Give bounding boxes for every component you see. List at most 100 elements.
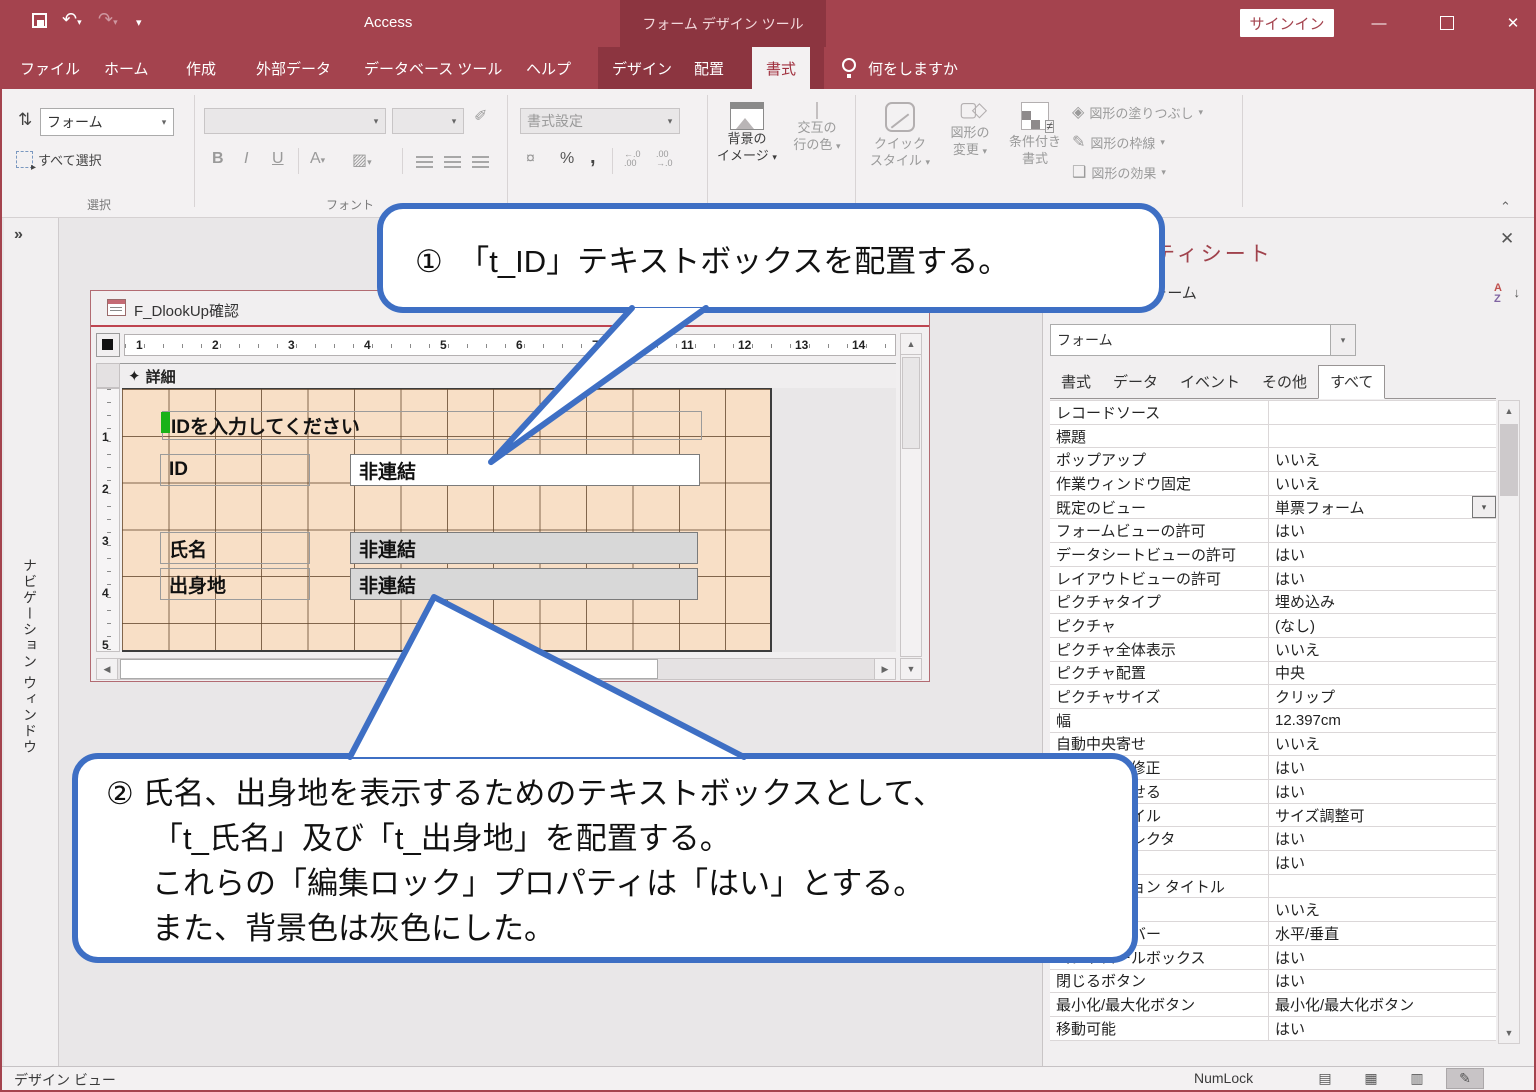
property-value[interactable] [1269,401,1496,424]
property-value[interactable]: はい [1269,780,1496,803]
property-label[interactable]: ピクチャ配置 [1050,662,1269,685]
property-value[interactable]: いいえ [1269,638,1496,661]
property-scroll-thumb[interactable] [1500,424,1518,496]
tab-database-tools[interactable]: データベース ツール [360,47,506,89]
prompt-label-control[interactable]: IDを入力してください [162,411,702,440]
vertical-ruler[interactable]: 12345 [96,388,120,652]
selection-type-combo[interactable]: フォーム [40,108,174,136]
scroll-down-icon[interactable]: ▼ [1498,1022,1520,1044]
property-label[interactable]: ピクチャサイズ [1050,685,1269,708]
tab-format[interactable]: 書式 [1050,366,1102,398]
property-value[interactable]: 埋め込み [1269,591,1496,614]
property-value[interactable]: 最小化/最大化ボタン [1269,993,1496,1016]
scroll-down-icon[interactable]: ▼ [900,658,922,680]
property-value[interactable]: (なし) [1269,614,1496,637]
property-label[interactable]: 閉じるボタン [1050,970,1269,993]
tab-create[interactable]: 作成 [182,47,220,89]
tab-event[interactable]: イベント [1169,366,1251,398]
property-value[interactable]: はい [1269,946,1496,969]
property-value[interactable]: はい [1269,851,1496,874]
datasheet-view-button[interactable]: ▦ [1352,1068,1390,1089]
tab-format-active[interactable]: 書式 [752,47,810,89]
property-value[interactable]: はい [1269,1017,1496,1040]
section-selector[interactable] [96,363,120,388]
property-label[interactable]: レイアウトビューの許可 [1050,567,1269,590]
tab-other[interactable]: その他 [1251,366,1318,398]
property-label[interactable]: 幅 [1050,709,1269,732]
tab-arrange[interactable]: 配置 [690,47,728,89]
sign-in-button[interactable]: サインイン [1240,9,1334,37]
property-value[interactable]: いいえ [1269,898,1496,921]
property-label[interactable]: 自動中央寄せ [1050,733,1269,756]
property-value[interactable]: はい [1269,567,1496,590]
property-value[interactable]: はい [1269,519,1496,542]
name-textbox-control[interactable]: 非連結 [350,532,698,564]
maximize-button[interactable] [1426,8,1468,38]
object-selector-combo[interactable]: フォーム [1050,324,1356,356]
property-value[interactable]: 中央 [1269,662,1496,685]
dropdown-caret-icon[interactable] [1472,496,1496,519]
scroll-up-icon[interactable]: ▲ [1498,400,1520,422]
save-icon[interactable] [32,13,47,28]
tell-me-box[interactable]: 何をしますか [864,47,962,89]
property-label[interactable]: 作業ウィンドウ固定 [1050,472,1269,495]
property-value[interactable]: いいえ [1269,472,1496,495]
property-value[interactable]: クリップ [1269,685,1496,708]
property-label[interactable]: ポップアップ [1050,448,1269,471]
property-value[interactable]: はい [1269,543,1496,566]
scroll-left-icon[interactable]: ◀ [96,658,118,680]
select-all-button[interactable]: すべて選択 [16,150,102,169]
property-label[interactable]: データシートビューの許可 [1050,543,1269,566]
tab-home[interactable]: ホーム [100,47,153,89]
id-textbox-control[interactable]: 非連結 [350,454,700,486]
chevron-down-icon[interactable] [1330,325,1355,355]
property-label[interactable]: レコードソース [1050,401,1269,424]
origin-label-control[interactable]: 出身地 [160,568,310,600]
property-value[interactable]: はい [1269,970,1496,993]
background-image-button[interactable]: 背景の イメージ ▾ [714,102,780,166]
collapse-ribbon-icon[interactable]: ⌃ [1500,199,1511,215]
scroll-right-icon[interactable]: ▶ [874,658,896,680]
property-value[interactable] [1269,425,1496,448]
close-button[interactable]: ✕ [1492,8,1534,38]
undo-icon[interactable]: ↶▾ [62,10,82,31]
horizontal-ruler[interactable]: 123456711121314 [124,334,896,356]
chevron-down-icon[interactable] [155,109,173,135]
property-label[interactable]: ピクチャタイプ [1050,591,1269,614]
redo-icon[interactable]: ↷▾ [98,10,118,31]
property-value[interactable]: はい [1269,756,1496,779]
property-sheet-close-icon[interactable]: ✕ [1500,229,1514,249]
design-view-button[interactable]: ✎ [1446,1068,1484,1089]
tab-all[interactable]: すべて [1318,365,1385,399]
property-label[interactable]: 移動可能 [1050,1017,1269,1040]
property-value[interactable]: サイズ調整可 [1269,804,1496,827]
scroll-up-icon[interactable]: ▲ [900,333,922,355]
form-view-button[interactable]: ▤ [1306,1068,1344,1089]
origin-textbox-control[interactable]: 非連結 [350,568,698,600]
property-scrollbar[interactable] [1498,400,1520,1044]
layout-view-button[interactable]: ▥ [1398,1068,1436,1089]
property-value[interactable] [1269,875,1496,898]
id-label-control[interactable]: ID [160,454,310,486]
expand-nav-pane-icon[interactable]: » [14,226,23,244]
property-value[interactable]: はい [1269,827,1496,850]
property-value[interactable]: いいえ [1269,448,1496,471]
property-value[interactable]: 水平/垂直 [1269,922,1496,945]
tab-data[interactable]: データ [1102,366,1169,398]
qat-customize-icon[interactable]: ▾ [136,14,142,32]
form-selector-box[interactable] [96,333,120,357]
property-value[interactable]: 単票フォーム [1269,496,1496,519]
property-value[interactable]: いいえ [1269,733,1496,756]
property-label[interactable]: ピクチャ [1050,614,1269,637]
vertical-scroll-thumb[interactable] [902,357,920,449]
tab-file[interactable]: ファイル [16,47,84,89]
tab-external-data[interactable]: 外部データ [252,47,335,89]
horizontal-scroll-thumb[interactable] [120,659,658,679]
property-label[interactable]: 標題 [1050,425,1269,448]
property-label[interactable]: フォームビューの許可 [1050,519,1269,542]
sort-az-icon[interactable]: AZ↓ [1494,283,1520,309]
property-label[interactable]: ピクチャ全体表示 [1050,638,1269,661]
property-label[interactable]: 既定のビュー [1050,496,1269,519]
property-value[interactable]: 12.397cm [1269,709,1496,732]
tab-design[interactable]: デザイン [608,47,676,89]
